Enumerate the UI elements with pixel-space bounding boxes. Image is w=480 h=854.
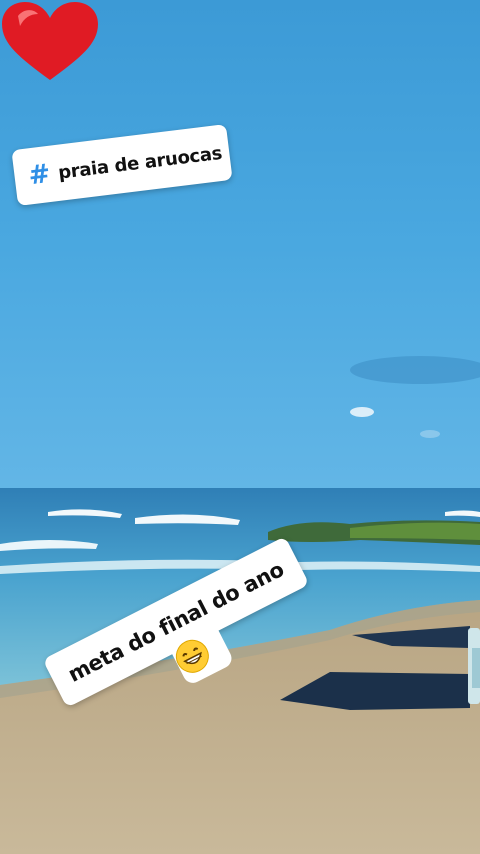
chair [472, 648, 480, 688]
cloud [420, 430, 440, 438]
beach-scene [0, 0, 480, 854]
hashtag-icon: # [26, 158, 53, 192]
beach-photo: # praia de aruocas meta do final do ano [0, 0, 480, 854]
heart-icon[interactable] [0, 0, 100, 82]
hashtag-text: praia de aruocas [56, 142, 224, 184]
cloud [350, 407, 374, 417]
